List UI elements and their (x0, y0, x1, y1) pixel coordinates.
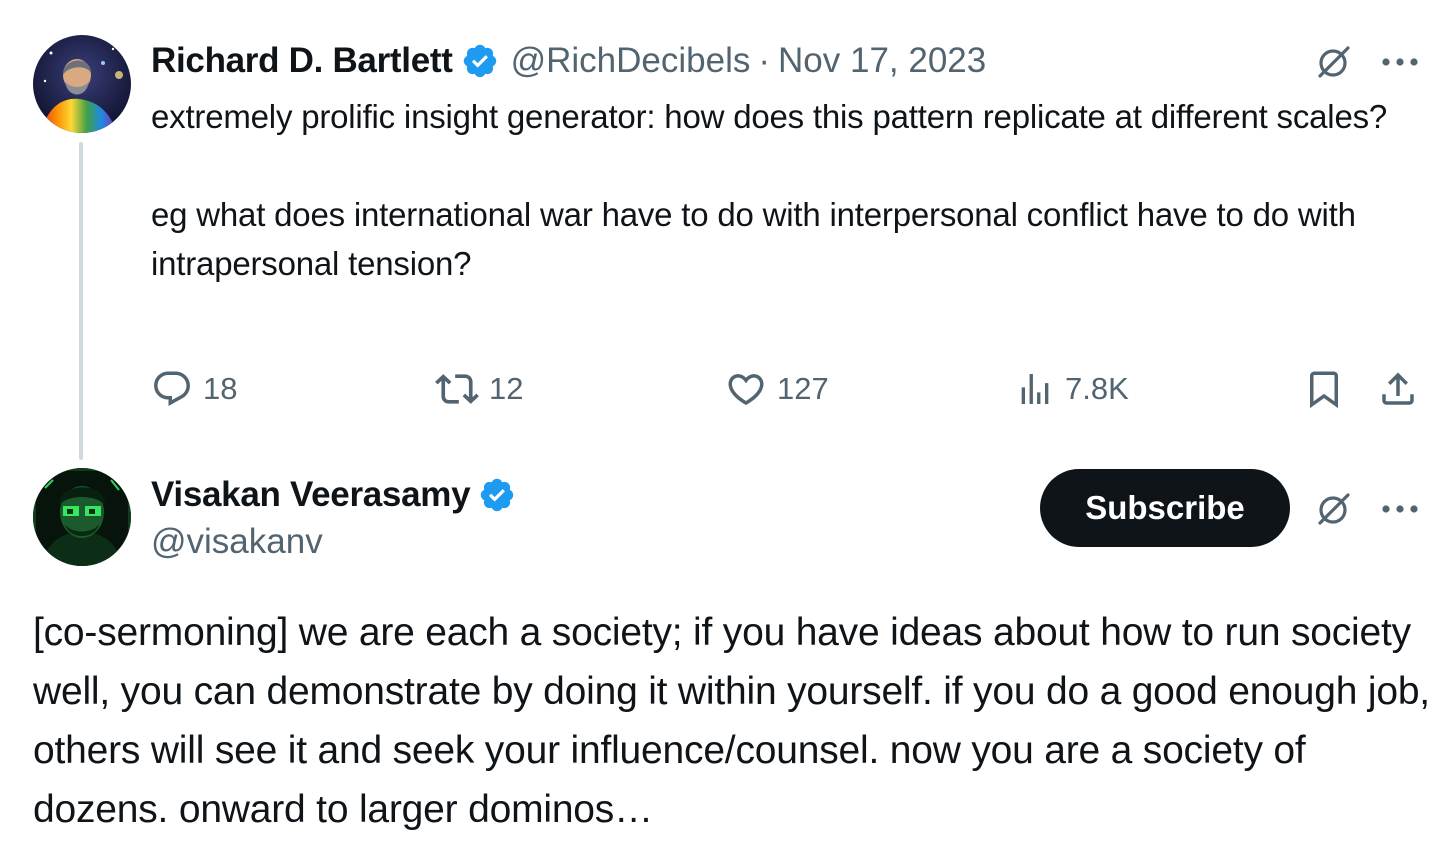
verified-badge-icon[interactable] (478, 476, 516, 514)
reply-count: 18 (203, 371, 238, 406)
repost-button[interactable]: 12 (435, 366, 523, 412)
views-icon (1015, 368, 1055, 410)
reply-tweet-header: Visakan Veerasamy (151, 472, 516, 518)
avatar-visakan[interactable] (33, 468, 131, 566)
tweet-date[interactable]: Nov 17, 2023 (778, 41, 986, 81)
more-icon[interactable] (1376, 487, 1424, 531)
author-handle[interactable]: @visakanv (151, 522, 323, 562)
author-handle[interactable]: @RichDecibels (511, 41, 751, 81)
parent-tweet-header: Richard D. Bartlett @RichDecibels · Nov … (151, 38, 986, 84)
bookmark-icon (1303, 367, 1345, 411)
tweet-paragraph: eg what does international war have to d… (151, 196, 1356, 282)
views-button[interactable]: 7.8K (1015, 366, 1129, 412)
reply-tweet-text: [co-sermoning] we are each a society; if… (33, 611, 1430, 831)
bookmark-button[interactable] (1303, 366, 1345, 412)
like-icon (725, 368, 767, 410)
thread-connector-line (79, 142, 83, 460)
share-icon (1377, 367, 1419, 411)
subscribe-button[interactable]: Subscribe (1040, 469, 1290, 547)
author-name[interactable]: Visakan Veerasamy (151, 475, 471, 515)
share-button[interactable] (1377, 366, 1419, 412)
reply-icon (151, 368, 193, 410)
reply-button[interactable]: 18 (151, 366, 237, 412)
avatar-richard[interactable] (33, 35, 131, 133)
grok-icon[interactable] (1312, 40, 1356, 84)
tweet-paragraph: extremely prolific insight generator: ho… (151, 98, 1388, 135)
author-name[interactable]: Richard D. Bartlett (151, 41, 453, 81)
like-button[interactable]: 127 (725, 366, 829, 412)
parent-tweet-text: extremely prolific insight generator: ho… (151, 92, 1431, 288)
repost-icon (435, 367, 479, 411)
separator-dot: · (758, 41, 771, 80)
repost-count: 12 (489, 371, 524, 406)
grok-icon[interactable] (1312, 487, 1356, 531)
views-count: 7.8K (1065, 371, 1129, 406)
tweet-action-bar: 18 12 127 7.8K (151, 366, 1431, 412)
like-count: 127 (777, 371, 829, 406)
verified-badge-icon[interactable] (461, 42, 499, 80)
more-icon[interactable] (1376, 40, 1424, 84)
